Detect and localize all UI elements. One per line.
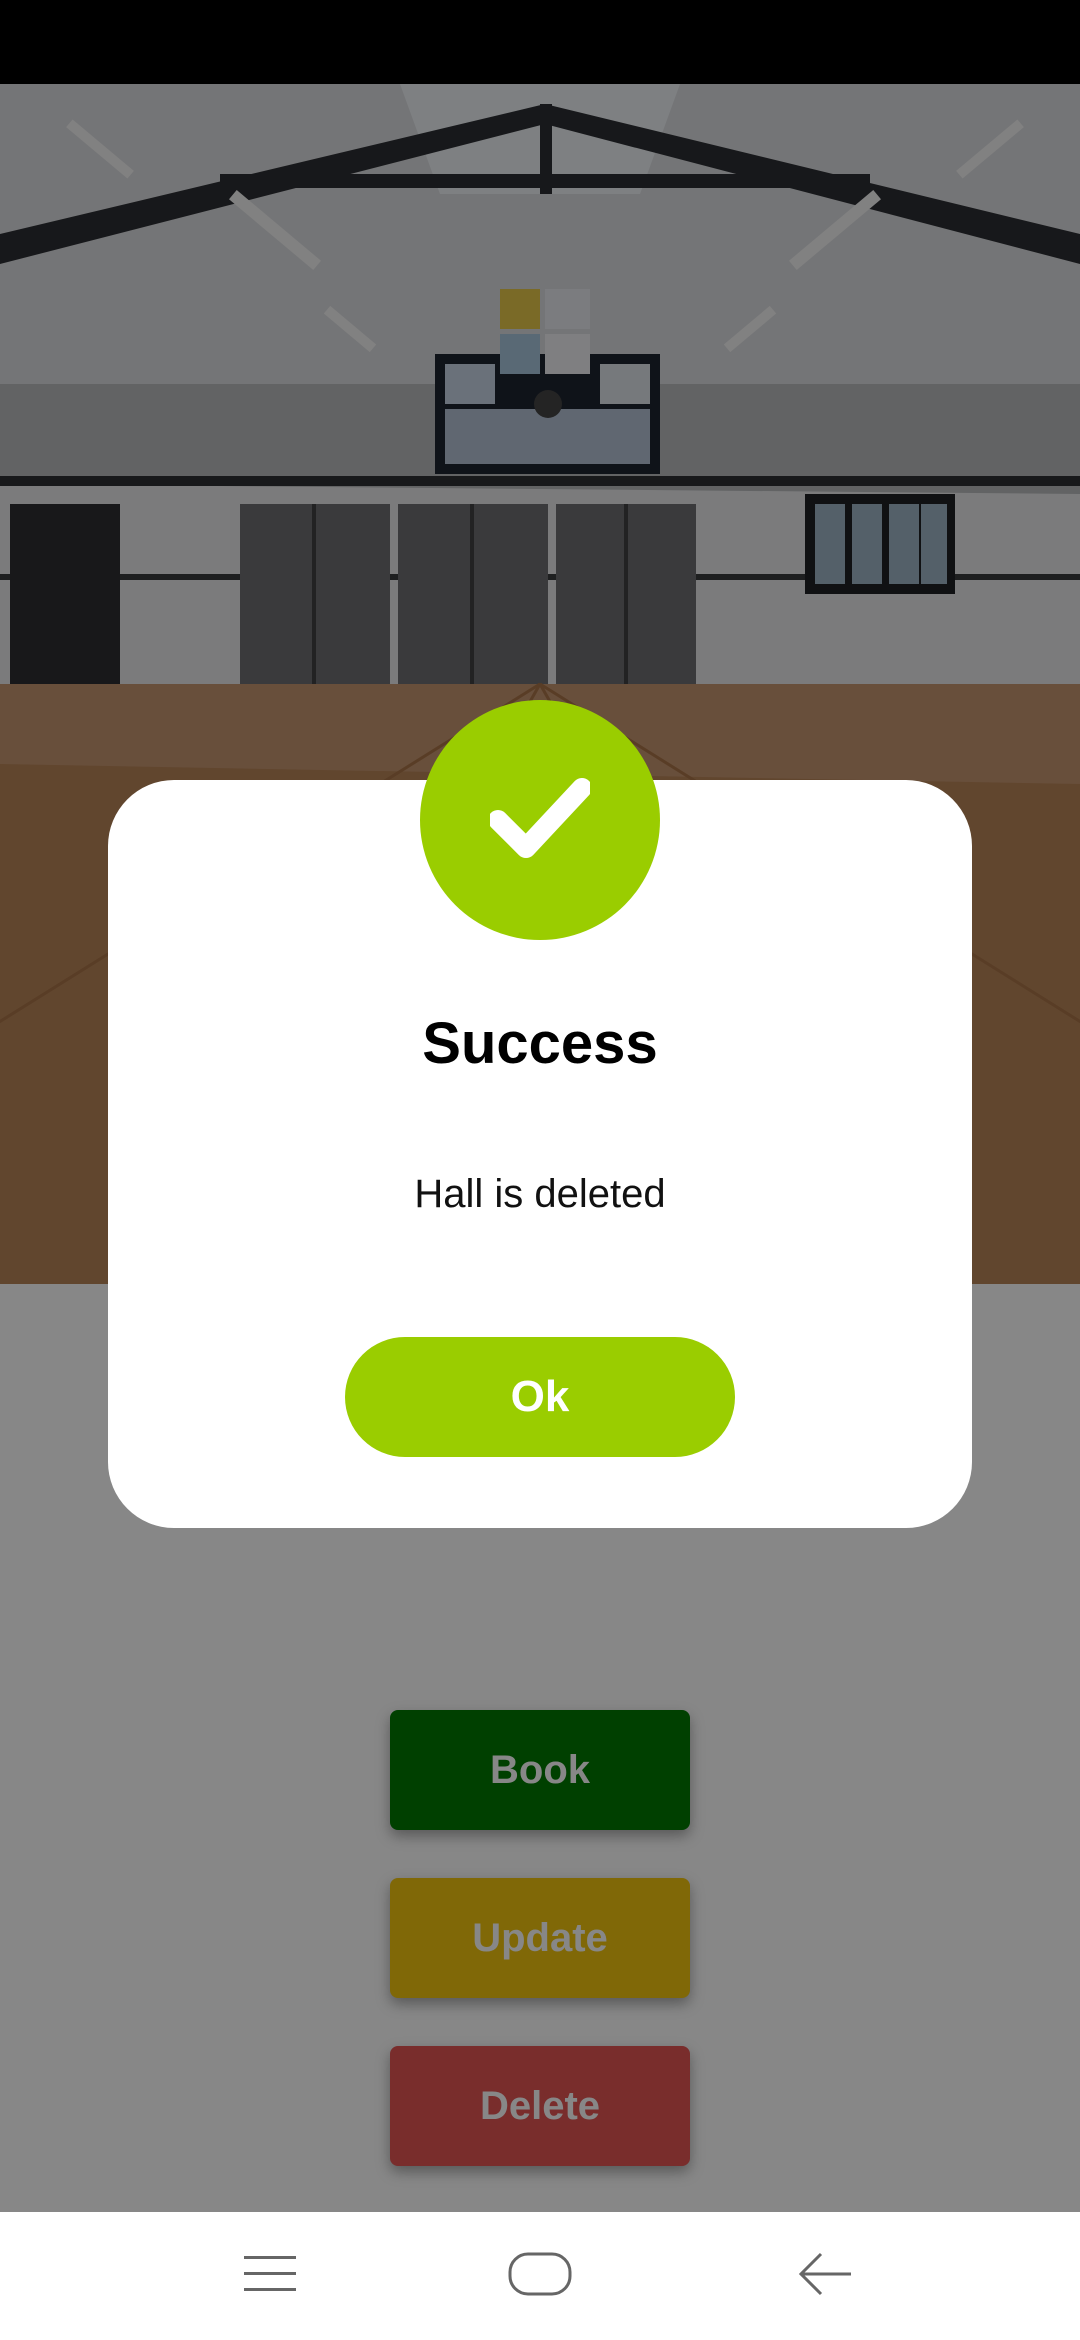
home-button[interactable] <box>460 2212 620 2340</box>
menu-icon <box>242 2254 298 2299</box>
ok-button[interactable]: Ok <box>345 1337 735 1457</box>
back-button[interactable] <box>745 2212 905 2340</box>
dialog-title: Success <box>422 1011 658 1076</box>
dialog-message: Hall is deleted <box>414 1172 666 1216</box>
status-bar <box>0 0 1080 84</box>
checkmark-icon <box>488 777 592 863</box>
success-badge <box>420 700 660 940</box>
home-icon <box>508 2252 572 2301</box>
navigation-bar <box>0 2212 1080 2340</box>
back-icon <box>797 2252 853 2301</box>
menu-button[interactable] <box>190 2212 350 2340</box>
